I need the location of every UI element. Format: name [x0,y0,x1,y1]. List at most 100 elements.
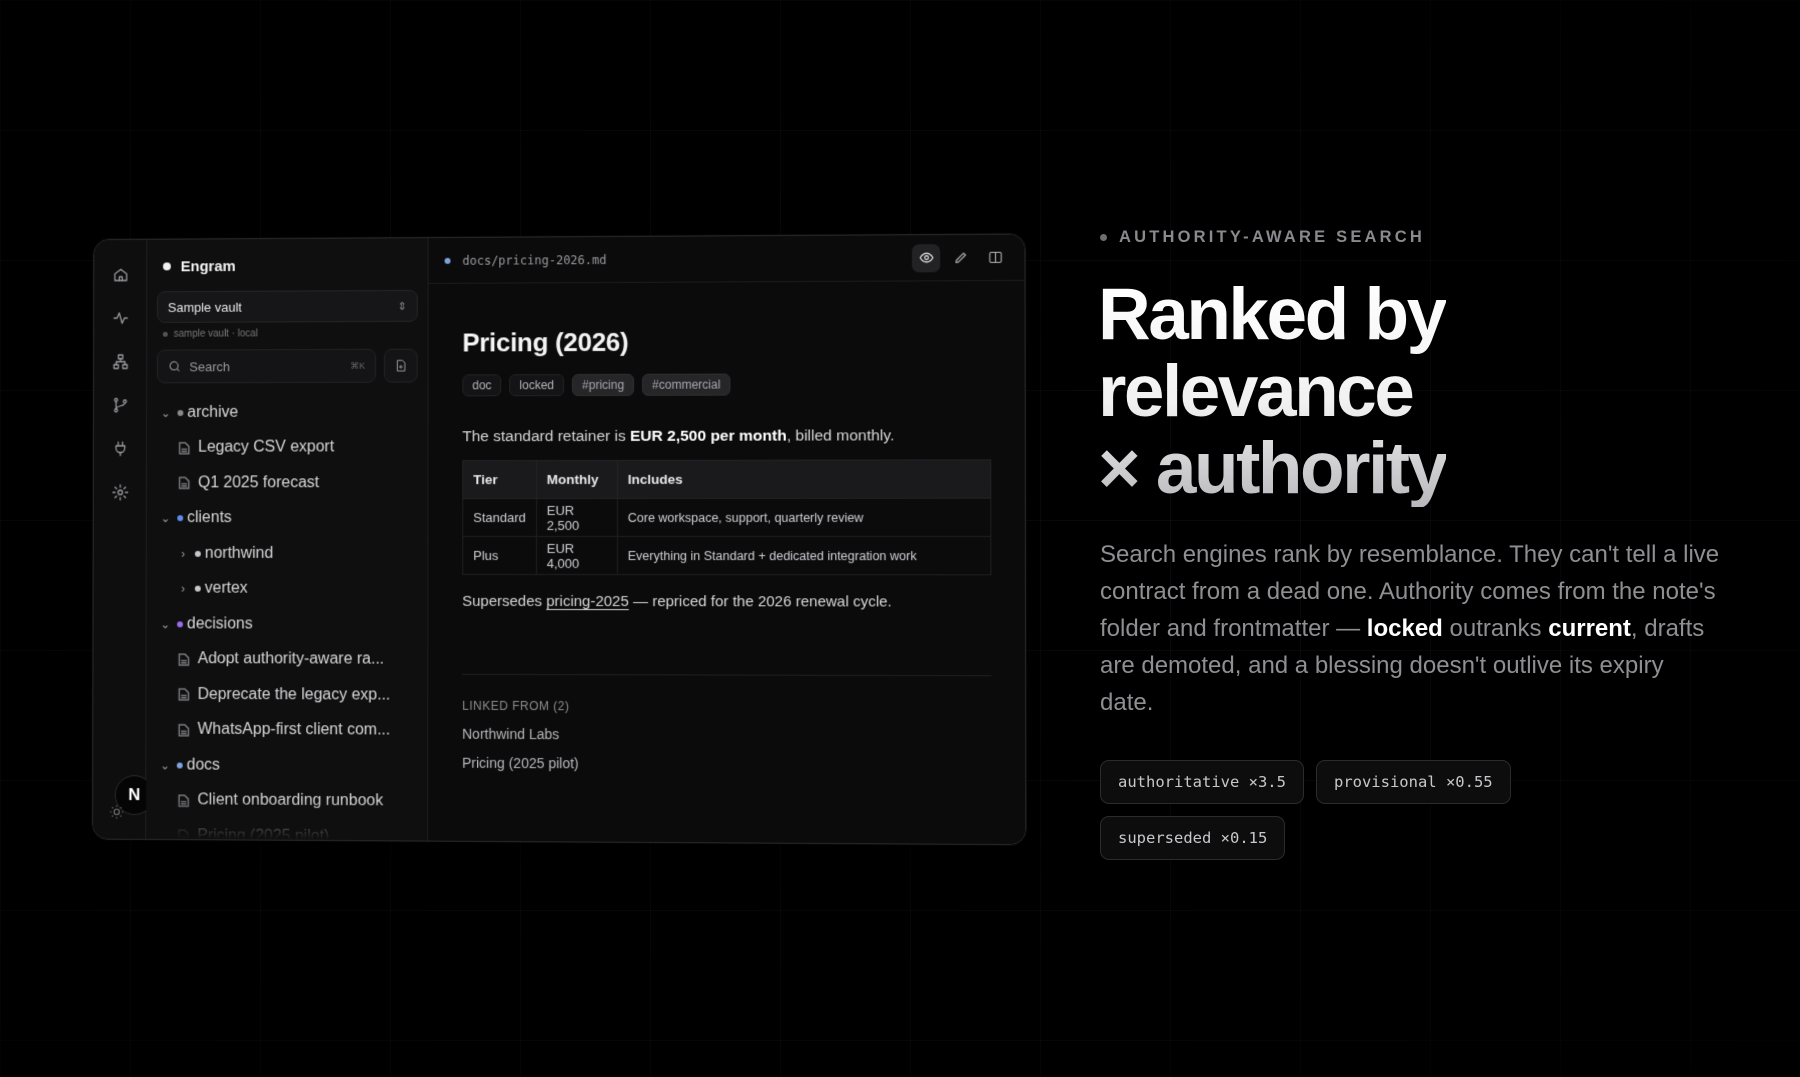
chevron-down-icon: ⌄ [160,511,171,526]
linked-from-item[interactable]: Pricing (2025 pilot) [462,755,992,773]
vault-select-value: Sample vault [167,299,242,315]
folder-dot-icon [177,409,184,416]
tree-folder[interactable]: ⌄ clients [157,501,418,536]
doc-tag[interactable]: #pricing [572,373,635,397]
table-cell: EUR 4,000 [536,536,618,575]
brand: Engram [157,254,418,277]
plug-icon[interactable] [105,434,135,464]
graph-icon[interactable] [105,347,134,377]
weight-chip: superseded ×0.15 [1100,816,1286,860]
table-cell: Standard [462,498,537,537]
file-icon [174,441,194,454]
weight-chip: provisional ×0.55 [1315,760,1511,804]
vault-status: sample vault · local [157,328,418,340]
table-cell: Everything in Standard + dedicated integ… [617,536,991,575]
doc-tag[interactable]: locked [509,374,565,397]
chevron-right-icon: › [181,546,186,561]
tree-label: decisions [186,615,253,633]
table-row: Standard EUR 2,500 Core workspace, suppo… [462,498,991,537]
home-icon[interactable] [106,260,135,290]
tree-file[interactable]: Deprecate the legacy exp... [156,677,417,713]
chevron-updown-icon: ⇕ [397,300,407,313]
tree-label: docs [186,756,220,774]
edit-mode-button[interactable] [946,243,974,271]
folder-dot-icon [176,762,183,769]
split-mode-button[interactable] [981,243,1009,271]
brand-dot-icon [162,262,171,271]
document: Pricing (2026) doc locked #pricing #commerc… [428,281,1026,773]
table-header: Includes [617,459,991,499]
preview-mode-button[interactable] [911,243,941,272]
vault-select[interactable]: Sample vault ⇕ [156,289,418,323]
app-window: N Engram Sample vault ⇕ sample vault · l… [92,233,1027,846]
table-cell: Plus [462,536,537,575]
tree-file[interactable]: WhatsApp-first client com... [156,712,417,748]
folder-dot-icon [194,585,201,592]
folder-dot-icon [177,621,183,628]
lead-bold: EUR 2,500 per month [630,427,787,445]
section-kicker: AUTHORITY-AWARE SEARCH [1100,228,1425,247]
body-copy: Search engines rank by resemblance. They… [1100,536,1720,721]
supersedes-link[interactable]: pricing-2025 [546,593,629,610]
tree-folder[interactable]: › northwind [156,536,417,571]
tree-file[interactable]: Q1 2025 forecast [157,465,418,501]
new-file-icon [394,359,408,373]
supersedes-prefix: Supersedes [462,592,547,611]
branch-icon[interactable] [105,390,135,420]
eye-icon [918,250,933,265]
tree-folder[interactable]: › vertex [156,571,417,607]
search-icon [168,359,182,373]
tree-label: vertex [204,579,248,597]
tree-file[interactable]: Legacy CSV export [157,430,418,466]
headline-line: relevance [1098,351,1413,432]
headline-line: × authority [1098,428,1446,509]
chevron-down-icon: ⌄ [160,758,170,773]
file-path: docs/pricing-2026.md [462,252,607,268]
file-icon [174,723,194,736]
doc-tag[interactable]: doc [462,374,502,397]
body-bold: locked [1366,615,1443,642]
headline-line: Ranked by [1098,274,1445,355]
search-placeholder: Search [189,358,230,374]
tree-file[interactable]: Adopt authority-aware ra... [156,642,417,678]
chevron-down-icon: ⌄ [160,617,171,632]
divider [462,673,992,677]
tree-folder[interactable]: ⌄ archive [157,394,418,430]
linked-from-header: LINKED FROM (2) [462,698,570,714]
table-cell: EUR 2,500 [536,498,618,537]
body-bold: current [1548,615,1631,642]
supersedes-note: Supersedes pricing-2025 — repriced for t… [462,593,991,611]
sidebar-fade [146,799,428,841]
tree-label: Adopt authority-aware ra... [197,650,385,668]
table-header: Monthly [536,460,618,499]
headline: Ranked by relevance × authority [1098,276,1446,507]
doc-tag[interactable]: #commercial [642,373,731,396]
editor-topbar: docs/pricing-2026.md [428,234,1026,284]
tree-label: WhatsApp-first client com... [197,721,391,739]
folder-dot-icon [194,550,201,557]
chevron-down-icon: ⌄ [160,405,171,420]
new-note-button[interactable] [383,348,418,383]
linked-from-item[interactable]: Northwind Labs [462,726,992,744]
weight-chip: authoritative ×3.5 [1100,760,1304,804]
gear-icon[interactable] [105,478,135,508]
editor-pane: docs/pricing-2026.md Pricing (2026) doc l… [428,234,1027,845]
tree-folder[interactable]: ⌄ docs [156,748,417,785]
tree-label: clients [187,509,232,527]
tree-label: Q1 2025 forecast [197,474,320,492]
activity-icon[interactable] [105,303,134,333]
search-shortcut: ⌘K [350,360,366,371]
theme-toggle-icon[interactable] [109,804,125,825]
pencil-icon [953,250,968,265]
table-header: Tier [462,460,537,499]
file-icon [174,477,194,490]
lead-suffix: , billed monthly. [786,427,895,445]
lead-prefix: The standard retainer is [462,427,631,446]
chevron-right-icon: › [181,581,186,596]
view-toggles [911,243,1009,272]
doc-lead: The standard retainer is EUR 2,500 per m… [462,427,991,446]
file-icon [174,653,194,666]
brand-name: Engram [180,257,236,275]
tree-folder[interactable]: ⌄ decisions [156,606,417,642]
search-input[interactable]: Search ⌘K [156,348,377,384]
